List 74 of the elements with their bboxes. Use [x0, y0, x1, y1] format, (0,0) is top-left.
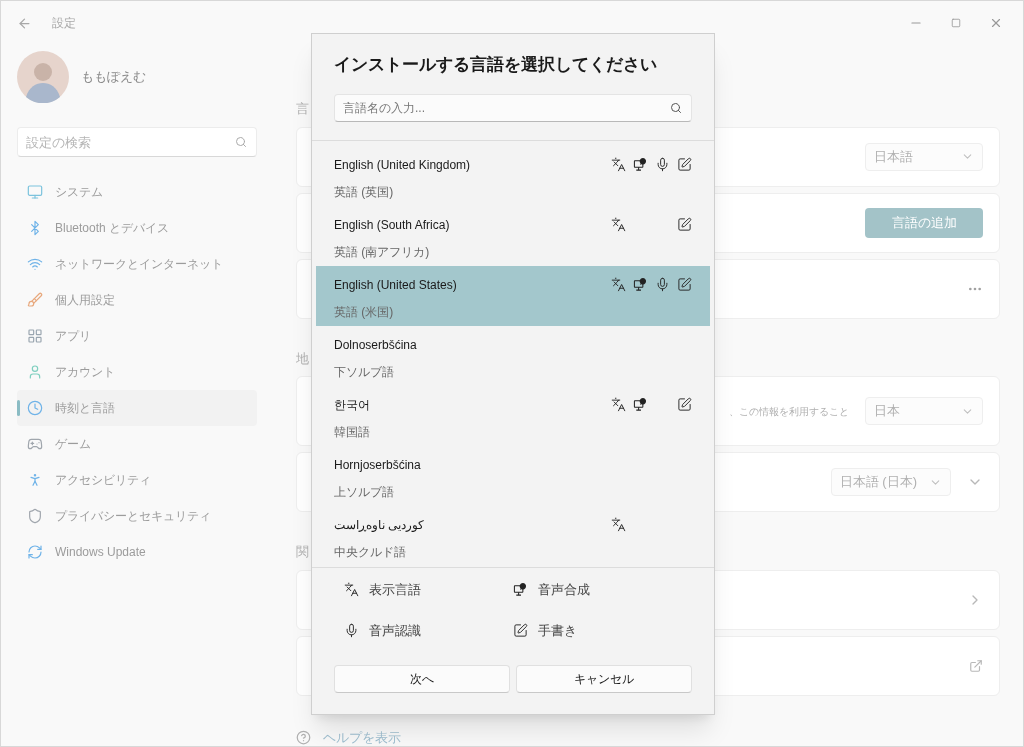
back-icon[interactable]	[17, 15, 32, 31]
window-title: 設定	[52, 15, 76, 32]
add-language-button[interactable]: 言語の追加	[865, 207, 983, 238]
language-subtitle: 下ソルブ語	[334, 363, 394, 381]
language-name: 한국어	[334, 396, 370, 414]
nav-item[interactable]: アクセシビリティ	[17, 462, 257, 498]
section-heading: 関	[296, 543, 309, 561]
maximize-icon[interactable]	[951, 18, 961, 28]
handwriting-icon	[513, 623, 528, 639]
nav-item[interactable]: アカウント	[17, 354, 257, 390]
language-item[interactable]: English (United States) 英語 (米国)	[316, 265, 710, 326]
person-icon	[27, 364, 43, 380]
language-subtitle: 中央クルド語	[334, 543, 406, 561]
monitor-icon	[27, 184, 43, 200]
language-search-field[interactable]: 言語名の入力...	[334, 93, 692, 122]
legend-label: 表示言語	[369, 580, 421, 599]
language-item[interactable]: 한국어 韓国語	[316, 385, 710, 446]
dropdown[interactable]: 日本語	[865, 142, 983, 171]
update-icon	[27, 544, 43, 560]
cancel-button[interactable]: キャンセル	[516, 665, 692, 693]
language-item[interactable]: English (South Africa) 英語 (南アフリカ)	[316, 205, 710, 266]
language-item[interactable]: Dolnoserbšćina 下ソルブ語	[316, 325, 710, 386]
next-button[interactable]: 次へ	[334, 665, 510, 693]
search-icon[interactable]	[235, 136, 247, 148]
nav-item[interactable]: ネットワークとインターネット	[17, 246, 257, 282]
language-name: Hornjoserbšćina	[334, 456, 421, 474]
language-name: English (South Africa)	[334, 216, 450, 234]
legend-label: 音声認識	[369, 622, 421, 640]
apps-icon	[27, 328, 43, 344]
selection-indicator	[17, 400, 20, 416]
avatar	[17, 51, 69, 103]
language-subtitle: 韓国語	[334, 423, 370, 441]
language-subtitle: 英語 (南アフリカ)	[334, 243, 430, 261]
language-name: کوردیی ناوەڕاست	[334, 516, 425, 534]
clock-icon	[27, 400, 43, 416]
nav-item[interactable]: プライバシーとセキュリティ	[17, 498, 257, 534]
help-link[interactable]: ヘルプを表示	[323, 727, 401, 746]
accessibility-icon	[27, 472, 43, 488]
microphone-icon	[344, 623, 359, 639]
shield-icon	[27, 508, 43, 524]
language-item[interactable]: Hornjoserbšćina 上ソルブ語	[316, 445, 710, 506]
language-subtitle: 英語 (米国)	[334, 303, 394, 321]
external-link-icon[interactable]	[969, 658, 983, 673]
dialog-title: インストールする言語を選択してください	[334, 54, 658, 76]
search-icon[interactable]	[670, 101, 682, 114]
help-icon	[296, 729, 311, 745]
gamepad-icon	[27, 436, 43, 452]
section-heading: 地	[296, 349, 309, 368]
legend-label: 音声合成	[538, 580, 590, 599]
nav-item[interactable]: Bluetooth とデバイス	[17, 210, 257, 246]
close-icon[interactable]	[989, 16, 1003, 30]
card-description: 、この情報を利用すること	[729, 404, 849, 419]
language-subtitle: 上ソルブ語	[334, 483, 394, 501]
user-name: ももぽえむ	[81, 68, 146, 87]
language-item[interactable]: English (United Kingdom) 英語 (英国)	[316, 145, 710, 206]
nav-item[interactable]: システム	[17, 174, 257, 210]
nav-item[interactable]: 個人用設定	[17, 282, 257, 318]
nav-item[interactable]: アプリ	[17, 318, 257, 354]
language-name: English (United States)	[334, 276, 457, 294]
brush-icon	[27, 292, 43, 308]
nav-item[interactable]: 時刻と言語	[17, 390, 257, 426]
nav-item[interactable]: Windows Update	[17, 534, 257, 570]
display-language-icon	[344, 581, 359, 597]
nav-item[interactable]: ゲーム	[17, 426, 257, 462]
language-subtitle: 英語 (英国)	[334, 183, 394, 201]
speech-synthesis-icon	[513, 581, 528, 597]
wifi-icon	[27, 256, 43, 272]
search-field[interactable]: 設定の検索	[17, 127, 257, 157]
dropdown[interactable]: 日本語 (日本)	[830, 468, 951, 496]
language-name: English (United Kingdom)	[334, 156, 471, 174]
section-heading: 言	[296, 100, 309, 118]
language-name: Dolnoserbšćina	[334, 336, 417, 354]
dropdown[interactable]: 日本	[865, 397, 983, 425]
legend-label: 手書き	[538, 622, 577, 640]
